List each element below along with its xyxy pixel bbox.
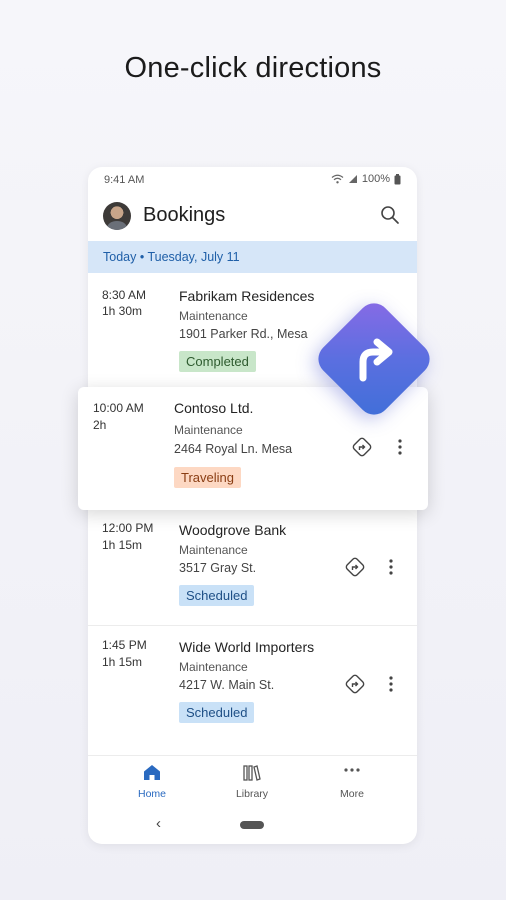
status-badge: Scheduled xyxy=(179,702,255,723)
booking-duration: 2h xyxy=(93,418,107,432)
booking-name: Woodgrove Bank xyxy=(179,522,287,538)
turn-right-arrow-icon xyxy=(359,338,393,382)
booking-time: 8:30 AM xyxy=(102,288,147,302)
search-icon[interactable] xyxy=(379,204,401,226)
status-badge: Completed xyxy=(179,351,256,372)
directions-icon[interactable] xyxy=(344,673,366,695)
status-time: 9:41 AM xyxy=(104,174,145,186)
app-header: Bookings xyxy=(88,195,417,239)
library-icon xyxy=(243,765,261,781)
nav-home[interactable]: Home xyxy=(112,764,192,800)
battery-icon xyxy=(394,173,401,184)
booking-name: Wide World Importers xyxy=(179,639,315,655)
more-options-icon[interactable] xyxy=(386,556,396,578)
booking-card-woodgrove[interactable]: 12:00 PM 1h 15m Woodgrove Bank Maintenan… xyxy=(88,510,417,625)
promo-headline: One-click directions xyxy=(124,52,382,84)
booking-type: Maintenance xyxy=(179,543,248,557)
status-bar: 9:41 AM 100% xyxy=(88,167,417,193)
battery-percent: 100% xyxy=(361,173,390,185)
nav-more-label: More xyxy=(340,788,364,800)
status-badge: Traveling xyxy=(174,467,241,488)
more-horizontal-icon xyxy=(344,768,360,772)
directions-icon[interactable] xyxy=(344,556,366,578)
booking-type: Maintenance xyxy=(179,660,248,674)
more-options-icon[interactable] xyxy=(386,673,396,695)
booking-time: 10:00 AM xyxy=(93,401,144,415)
booking-type: Maintenance xyxy=(179,309,248,323)
booking-time: 12:00 PM xyxy=(102,521,154,535)
booking-duration: 1h 15m xyxy=(102,538,143,552)
booking-address: 1901 Parker Rd., Mesa xyxy=(179,327,308,341)
booking-address: 4217 W. Main St. xyxy=(179,678,275,692)
nav-home-label: Home xyxy=(137,788,166,800)
booking-duration: 1h 30m xyxy=(102,304,143,318)
booking-name: Contoso Ltd. xyxy=(174,400,254,416)
status-icons: 100% xyxy=(331,173,401,185)
booking-name: Fabrikam Residences xyxy=(179,288,315,304)
booking-address: 3517 Gray St. xyxy=(179,561,257,575)
status-badge: Scheduled xyxy=(179,585,255,606)
booking-card-wide-world[interactable]: 1:45 PM 1h 15m Wide World Importers Main… xyxy=(88,627,417,753)
list-divider xyxy=(88,625,417,626)
directions-icon[interactable] xyxy=(351,436,373,458)
back-icon[interactable]: ‹ xyxy=(156,815,161,832)
signal-icon xyxy=(348,175,357,183)
system-navigation-bar: ‹ xyxy=(88,809,417,839)
booking-type: Maintenance xyxy=(174,423,243,437)
home-icon xyxy=(144,765,160,780)
home-gesture-pill[interactable] xyxy=(240,821,264,829)
date-header: Today • Tuesday, July 11 xyxy=(88,241,417,273)
more-options-icon[interactable] xyxy=(395,436,405,458)
bottom-navigation: Home Library More xyxy=(88,755,417,803)
avatar[interactable] xyxy=(103,202,131,230)
nav-library-label: Library xyxy=(235,788,269,800)
booking-time: 1:45 PM xyxy=(102,638,147,652)
nav-more[interactable]: More xyxy=(312,764,392,800)
nav-library[interactable]: Library xyxy=(212,764,292,800)
booking-duration: 1h 15m xyxy=(102,655,143,669)
booking-address: 2464 Royal Ln. Mesa xyxy=(174,442,293,456)
wifi-icon xyxy=(331,174,344,184)
page-title: Bookings xyxy=(143,204,226,226)
